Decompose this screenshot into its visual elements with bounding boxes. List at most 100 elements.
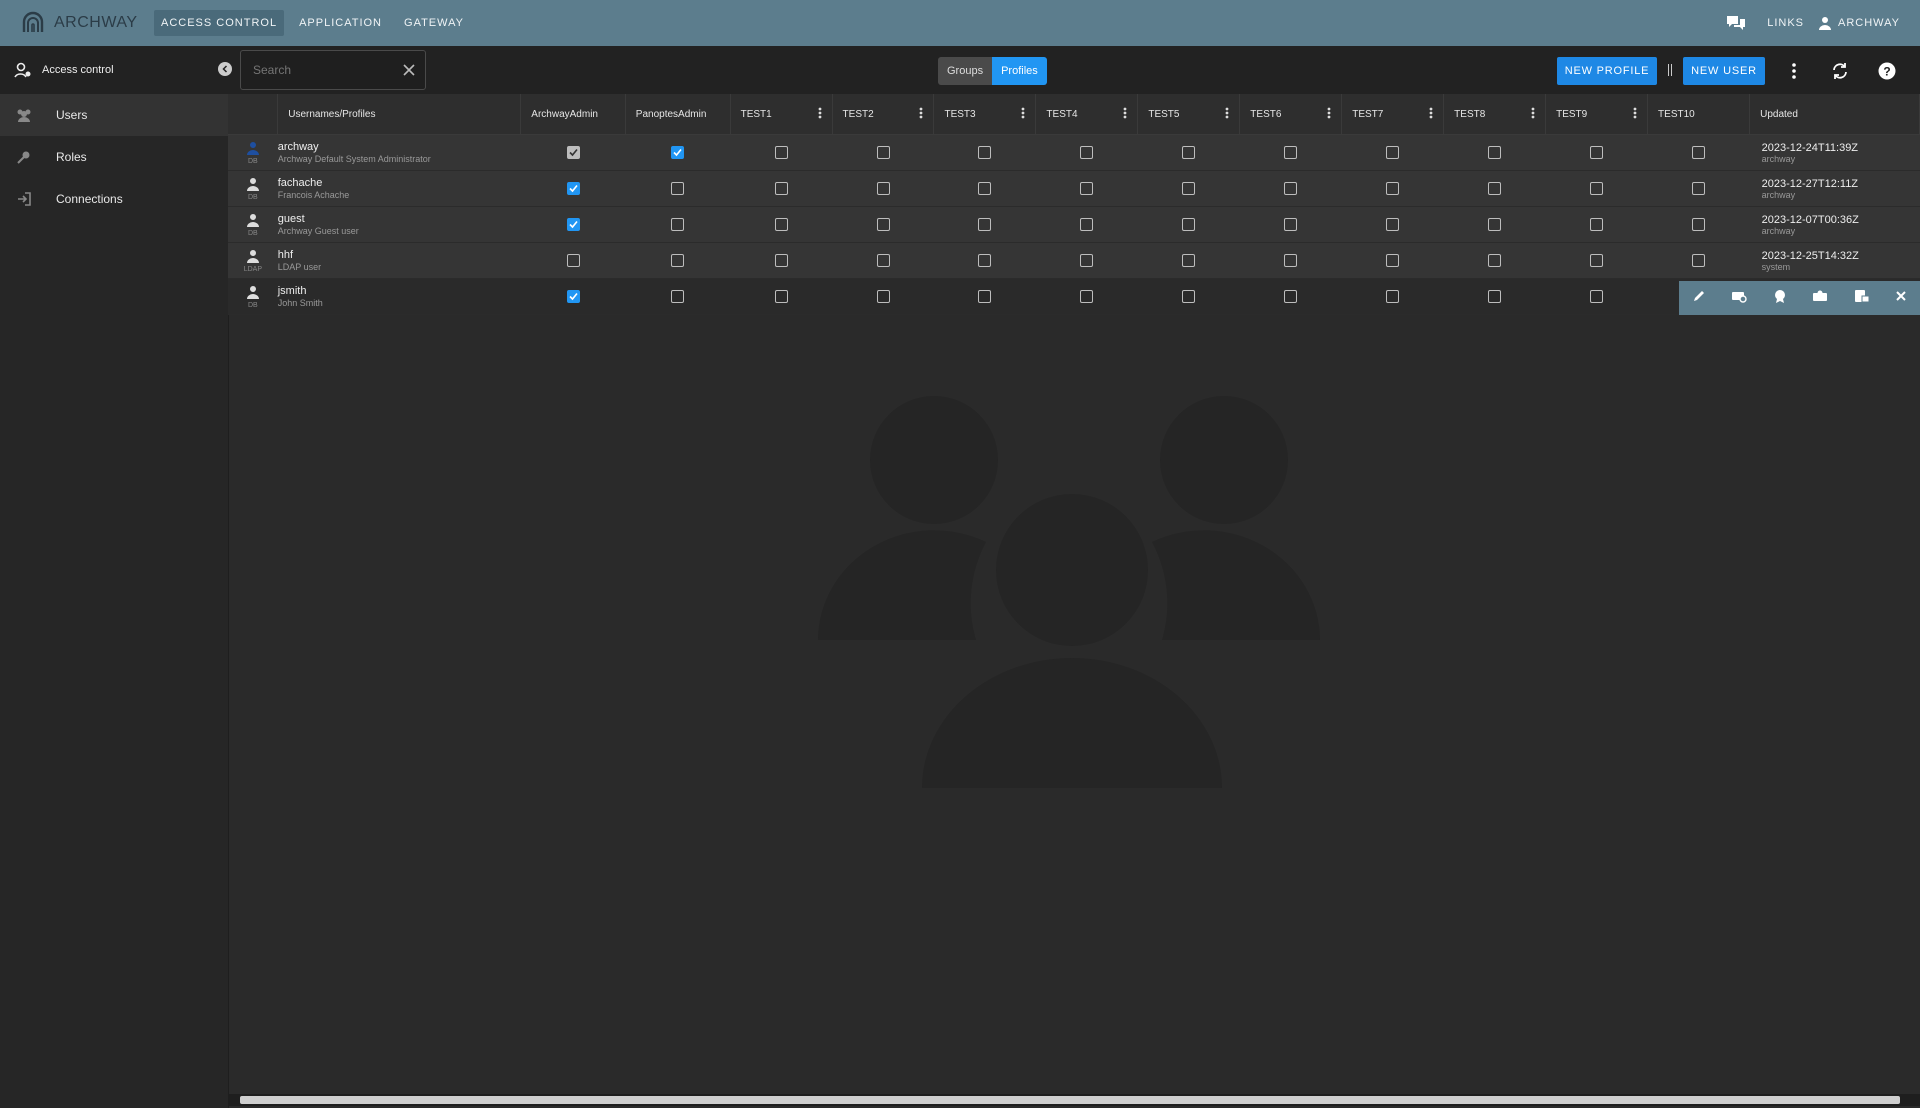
profile-checkbox[interactable] [1590, 290, 1604, 303]
profile-checkbox[interactable] [774, 218, 788, 231]
nav-application[interactable]: APPLICATION [292, 10, 389, 36]
refresh-icon[interactable] [1829, 60, 1851, 82]
profile-checkbox[interactable] [774, 290, 788, 303]
close-icon[interactable] [1895, 289, 1907, 307]
new-profile-button[interactable]: NEW PROFILE [1557, 57, 1657, 85]
column-header[interactable]: TEST7 [1341, 94, 1445, 135]
more-options-icon[interactable] [1783, 60, 1805, 82]
table-row[interactable]: LDAP hhf LDAP user 2023-12-25T14:32Z system [228, 242, 1920, 279]
profile-checkbox[interactable] [978, 290, 992, 303]
profile-checkbox[interactable] [1284, 218, 1298, 231]
profile-card-icon[interactable] [1812, 289, 1828, 308]
profile-checkbox[interactable] [1284, 146, 1298, 159]
profile-checkbox[interactable] [1692, 182, 1706, 195]
profile-checkbox[interactable] [1386, 290, 1400, 303]
profile-checkbox[interactable] [1386, 182, 1400, 195]
profile-checkbox[interactable] [1182, 290, 1196, 303]
profile-checkbox[interactable] [1590, 182, 1604, 195]
column-header[interactable]: ArchwayAdmin [520, 94, 626, 135]
profile-checkbox[interactable] [1182, 218, 1196, 231]
ldap-import-icon[interactable] [1854, 289, 1870, 308]
profile-checkbox[interactable] [1488, 254, 1502, 267]
profile-checkbox[interactable] [1386, 254, 1400, 267]
profiles-toggle[interactable]: Profiles [992, 57, 1047, 85]
profile-checkbox[interactable] [1488, 182, 1502, 195]
profile-checkbox[interactable] [566, 218, 580, 231]
profile-checkbox[interactable] [1692, 146, 1706, 159]
profile-checkbox[interactable] [1080, 182, 1094, 195]
user-menu[interactable]: ARCHWAY [1818, 16, 1900, 30]
help-icon[interactable]: ? [1876, 60, 1898, 82]
profile-checkbox[interactable] [566, 290, 580, 303]
profile-checkbox[interactable] [1488, 218, 1502, 231]
nav-gateway[interactable]: GATEWAY [397, 10, 471, 36]
column-header[interactable]: PanoptesAdmin [625, 94, 731, 135]
profile-checkbox[interactable] [1182, 182, 1196, 195]
profile-checkbox[interactable] [876, 218, 890, 231]
sidebar-item-connections[interactable]: Connections [0, 178, 228, 220]
profile-checkbox[interactable] [774, 182, 788, 195]
column-menu-icon[interactable] [1531, 107, 1535, 122]
collapse-sidebar-button[interactable] [218, 62, 232, 76]
profile-checkbox[interactable] [566, 146, 580, 159]
profile-checkbox[interactable] [1284, 254, 1298, 267]
column-menu-icon[interactable] [1633, 107, 1637, 122]
column-header[interactable]: TEST6 [1239, 94, 1343, 135]
key-card-icon[interactable] [1731, 289, 1747, 308]
links-menu[interactable]: LINKS [1767, 17, 1804, 29]
column-header[interactable]: TEST5 [1137, 94, 1241, 135]
profile-checkbox[interactable] [1488, 290, 1502, 303]
sidebar-item-users[interactable]: Users [0, 94, 228, 136]
table-row[interactable]: DB jsmith John Smith [228, 278, 1920, 315]
profile-checkbox[interactable] [1590, 254, 1604, 267]
profile-checkbox[interactable] [1080, 146, 1094, 159]
column-menu-icon[interactable] [1429, 107, 1433, 122]
profile-checkbox[interactable] [1182, 146, 1196, 159]
profile-checkbox[interactable] [1284, 182, 1298, 195]
new-user-button[interactable]: NEW USER [1683, 57, 1765, 85]
profile-checkbox[interactable] [1080, 254, 1094, 267]
column-header[interactable]: TEST1 [730, 94, 833, 135]
column-header[interactable]: TEST10 [1647, 94, 1751, 135]
chat-icon[interactable] [1725, 14, 1747, 32]
column-header[interactable]: TEST2 [832, 94, 935, 135]
profile-checkbox[interactable] [1590, 218, 1604, 231]
profile-checkbox[interactable] [1080, 290, 1094, 303]
brand-logo[interactable]: ARCHWAY [20, 10, 140, 36]
clear-search-icon[interactable] [403, 64, 415, 76]
profile-checkbox[interactable] [671, 146, 685, 159]
column-header[interactable]: TEST9 [1545, 94, 1649, 135]
badge-icon[interactable] [1773, 289, 1787, 308]
column-menu-icon[interactable] [919, 107, 923, 122]
profile-checkbox[interactable] [876, 146, 890, 159]
profile-checkbox[interactable] [671, 290, 685, 303]
profile-checkbox[interactable] [774, 146, 788, 159]
profile-checkbox[interactable] [774, 254, 788, 267]
profile-checkbox[interactable] [1488, 146, 1502, 159]
profile-checkbox[interactable] [1182, 254, 1196, 267]
profile-checkbox[interactable] [978, 146, 992, 159]
column-header[interactable]: TEST4 [1035, 94, 1139, 135]
edit-icon[interactable] [1692, 289, 1706, 308]
profile-checkbox[interactable] [1386, 146, 1400, 159]
column-menu-icon[interactable] [818, 107, 822, 122]
profile-checkbox[interactable] [1692, 254, 1706, 267]
search-input[interactable] [251, 62, 395, 78]
profile-checkbox[interactable] [671, 254, 685, 267]
profile-checkbox[interactable] [1386, 218, 1400, 231]
nav-access-control[interactable]: ACCESS CONTROL [154, 10, 285, 36]
column-header[interactable]: Usernames/Profiles [277, 94, 522, 135]
profile-checkbox[interactable] [876, 290, 890, 303]
column-menu-icon[interactable] [1225, 107, 1229, 122]
profile-checkbox[interactable] [1590, 146, 1604, 159]
table-row[interactable]: DB guest Archway Guest user 2023-12-07T00:3… [228, 206, 1920, 243]
table-row[interactable]: DB archway Archway Default System Administ… [228, 134, 1920, 171]
profile-checkbox[interactable] [671, 182, 685, 195]
horizontal-scrollbar[interactable] [228, 1094, 1920, 1106]
column-menu-icon[interactable] [1327, 107, 1331, 122]
profile-checkbox[interactable] [876, 182, 890, 195]
profile-checkbox[interactable] [671, 218, 685, 231]
profile-checkbox[interactable] [566, 182, 580, 195]
sidebar-item-roles[interactable]: Roles [0, 136, 228, 178]
column-header[interactable]: Updated [1749, 94, 1920, 135]
